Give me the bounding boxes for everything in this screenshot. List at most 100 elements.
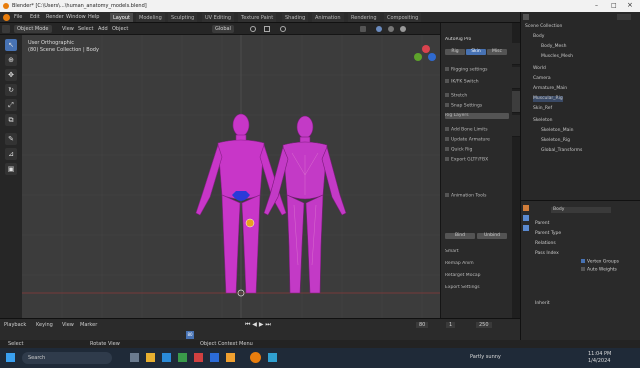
object-name-field[interactable]: Body	[551, 207, 611, 213]
clock-time[interactable]: 11:04 PM	[588, 351, 611, 357]
tab-rig[interactable]: Rig	[445, 49, 465, 55]
current-frame-field[interactable]: 80	[416, 322, 429, 328]
menu-add[interactable]: Add	[98, 26, 108, 32]
menu-help[interactable]: Help	[88, 14, 99, 20]
edge-icon[interactable]	[162, 353, 171, 362]
weather-widget[interactable]: Partly sunny	[470, 354, 501, 360]
outliner-item[interactable]: World	[533, 66, 546, 72]
sidebar-tab-tool[interactable]	[512, 67, 520, 89]
workspace-tab-animation[interactable]: Animation	[312, 13, 344, 22]
object-properties-icon[interactable]	[523, 205, 529, 211]
section-header[interactable]: Retarget Mocap	[445, 273, 509, 279]
pivot-icon[interactable]	[250, 26, 256, 32]
setting-row[interactable]: Quick Rig	[445, 147, 509, 153]
app-icon[interactable]	[268, 353, 277, 362]
outliner-item[interactable]: Skeleton_Rig	[541, 138, 570, 144]
section-header[interactable]: Smart	[445, 249, 509, 255]
orientation-dropdown[interactable]: Global	[212, 25, 234, 33]
menu-view[interactable]: View	[62, 26, 74, 32]
outliner-root[interactable]: Scene Collection	[525, 24, 562, 30]
snap-icon[interactable]	[264, 26, 270, 32]
outliner-item[interactable]: Skeleton_Main	[541, 128, 573, 134]
menu-render[interactable]: Render	[46, 14, 64, 20]
setting-row[interactable]: Export GLTF/FBX	[445, 157, 509, 163]
outliner-item[interactable]: Camera	[533, 76, 551, 82]
bind-button[interactable]: Bind	[445, 233, 475, 239]
tab-misc[interactable]: Misc	[487, 49, 507, 55]
outliner-item[interactable]: Skeleton	[533, 118, 552, 124]
annotate-tool-icon[interactable]: ✎	[5, 133, 17, 145]
proportional-edit-icon[interactable]	[280, 26, 286, 32]
app-icon[interactable]	[194, 353, 203, 362]
menu-window[interactable]: Window	[66, 14, 86, 20]
data-properties-icon[interactable]	[523, 225, 529, 231]
add-cube-tool-icon[interactable]: ▣	[5, 163, 17, 175]
section-header[interactable]: Export Settings	[445, 285, 509, 291]
outliner-item[interactable]: Muscles_Mesh	[541, 54, 573, 60]
menu-edit[interactable]: Edit	[30, 14, 40, 20]
workspace-tab-texture-paint[interactable]: Texture Paint	[238, 13, 277, 22]
transform-tool-icon[interactable]: ⧉	[5, 114, 17, 126]
sidebar-tab-view[interactable]	[512, 115, 520, 137]
timeline-view-menu[interactable]: View	[62, 322, 74, 328]
workspace-tab-rendering[interactable]: Rendering	[348, 13, 380, 22]
start-frame-field[interactable]: 1	[446, 322, 456, 328]
minimize-button[interactable]: –	[595, 2, 598, 9]
setting-row[interactable]: Add Bone Limits	[445, 127, 509, 133]
modifier-properties-icon[interactable]	[523, 215, 529, 221]
maximize-button[interactable]: □	[611, 2, 617, 9]
scale-tool-icon[interactable]: ⤢	[5, 99, 17, 111]
measure-tool-icon[interactable]: ⊿	[5, 148, 17, 160]
setting-row[interactable]: Rigging settings	[445, 67, 509, 73]
playhead[interactable]: 80	[186, 331, 194, 339]
section-header[interactable]: Remap Anim	[445, 261, 509, 267]
timeline-playback-menu[interactable]: Playback	[4, 322, 26, 328]
sidebar-tab-item[interactable]	[512, 43, 520, 65]
viewport-shading-solid-icon[interactable]	[376, 26, 382, 32]
setting-row[interactable]: IK/FK Switch	[445, 79, 509, 85]
close-button[interactable]: ×	[627, 1, 633, 9]
end-frame-field[interactable]: 250	[476, 322, 492, 328]
file-explorer-icon[interactable]	[146, 353, 155, 362]
app-icon[interactable]	[226, 353, 235, 362]
overlays-icon[interactable]	[360, 26, 366, 32]
setting-row[interactable]: Update Armature	[445, 137, 509, 143]
move-tool-icon[interactable]: ✥	[5, 69, 17, 81]
rotate-tool-icon[interactable]: ↻	[5, 84, 17, 96]
sidebar-tab-arp[interactable]	[512, 91, 520, 113]
outliner-item[interactable]: Skin_Ref	[533, 106, 552, 112]
viewport-shading-rendered-icon[interactable]	[400, 26, 406, 32]
workspace-tab-sculpting[interactable]: Sculpting	[168, 13, 198, 22]
mode-dropdown[interactable]: Object Mode	[14, 25, 52, 33]
outliner-item[interactable]: Global_Transforms	[541, 148, 582, 154]
playback-controls[interactable]: ⏮ ◀ ▶ ⏭	[245, 321, 295, 328]
select-box-tool-icon[interactable]: ↖	[5, 39, 17, 51]
outliner-editor-icon[interactable]	[523, 14, 529, 20]
outliner-item[interactable]: Armature_Main	[533, 86, 567, 92]
blender-menu-icon[interactable]	[3, 14, 10, 21]
task-view-icon[interactable]	[130, 353, 139, 362]
outliner-item[interactable]: Body_Mesh	[541, 44, 566, 50]
menu-object[interactable]: Object	[112, 26, 128, 32]
setting-row[interactable]: Snap Settings	[445, 103, 509, 109]
bind-option[interactable]: Vertex Groups	[581, 259, 619, 265]
taskbar-search[interactable]: Search	[22, 352, 112, 364]
windows-start-icon[interactable]	[6, 353, 15, 362]
menu-file[interactable]: File	[14, 14, 22, 20]
workspace-tab-layout[interactable]: Layout	[110, 13, 133, 22]
workspace-tab-uv-editing[interactable]: UV Editing	[202, 13, 235, 22]
unbind-button[interactable]: Unbind	[477, 233, 507, 239]
setting-field[interactable]: Rig Layers	[445, 113, 509, 119]
timeline-keying-menu[interactable]: Keying	[36, 322, 53, 328]
blender-taskbar-icon[interactable]	[250, 352, 261, 363]
clock-date[interactable]: 1/4/2024	[588, 358, 610, 364]
cursor-tool-icon[interactable]: ⊕	[5, 54, 17, 66]
menu-select[interactable]: Select	[78, 26, 93, 32]
outliner-item[interactable]: Body	[533, 34, 544, 40]
tab-skin[interactable]: Skin	[466, 49, 486, 55]
workspace-tab-modeling[interactable]: Modeling	[136, 13, 165, 22]
workspace-tab-shading[interactable]: Shading	[282, 13, 309, 22]
editor-type-icon[interactable]	[2, 25, 10, 33]
timeline-marker-menu[interactable]: Marker	[80, 322, 97, 328]
bind-option[interactable]: Auto Weights	[581, 267, 617, 273]
